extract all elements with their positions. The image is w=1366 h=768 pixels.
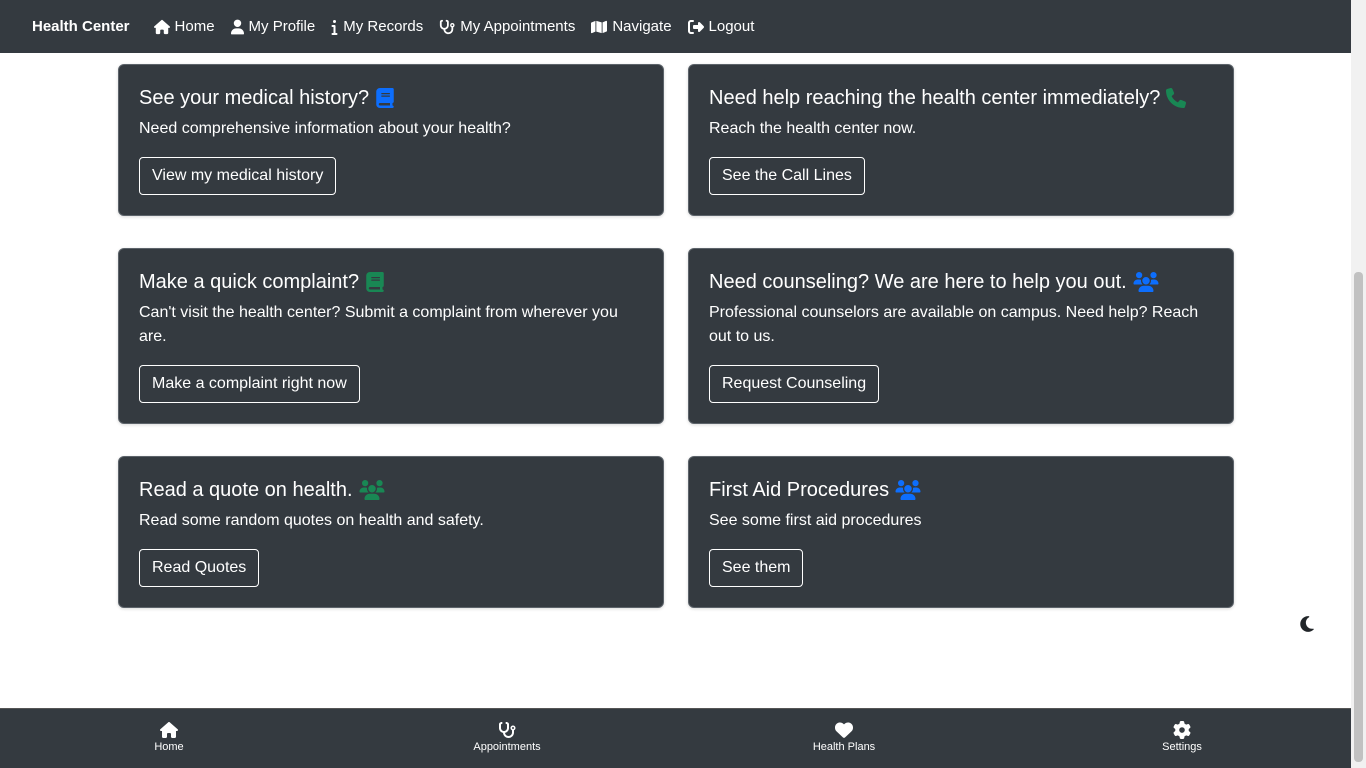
card-text: Can't visit the health center? Submit a … bbox=[139, 304, 618, 345]
card-title-text: Need counseling? We are here to help you… bbox=[709, 271, 1127, 293]
nav-my-records-label: My Records bbox=[343, 18, 424, 35]
card-text: See some first aid procedures bbox=[709, 512, 922, 529]
bottom-nav-home[interactable]: Home bbox=[109, 721, 229, 753]
card-text: Professional counselors are available on… bbox=[709, 304, 1199, 345]
bottom-navbar: Home Appointments Health Plans Settings bbox=[0, 708, 1351, 768]
nav-my-records[interactable]: My Records bbox=[331, 18, 423, 35]
brand-link[interactable]: Health Center bbox=[32, 18, 130, 35]
map-icon bbox=[591, 20, 608, 33]
bottom-nav-health-plans-label: Health Plans bbox=[812, 741, 876, 753]
card-counseling: Need counseling? We are here to help you… bbox=[688, 248, 1234, 424]
book-icon bbox=[365, 272, 385, 292]
nav-my-profile[interactable]: My Profile bbox=[230, 18, 316, 35]
users-icon bbox=[1133, 272, 1159, 292]
card-title-text: See your medical history? bbox=[139, 87, 370, 109]
home-icon bbox=[153, 19, 170, 34]
see-first-aid-button[interactable]: See them bbox=[709, 549, 804, 587]
request-counseling-button[interactable]: Request Counseling bbox=[709, 365, 880, 403]
gear-icon bbox=[1173, 721, 1191, 739]
card-first-aid: First Aid Procedures See some first aid … bbox=[688, 456, 1234, 608]
card-medical-history: See your medical history? Need comprehen… bbox=[118, 64, 664, 216]
card-title: Need counseling? We are here to help you… bbox=[709, 269, 1213, 295]
user-icon bbox=[230, 19, 244, 34]
card-call-lines: Need help reaching the health center imm… bbox=[688, 64, 1234, 216]
nav-my-appointments[interactable]: My Appointments bbox=[439, 18, 575, 35]
info-icon bbox=[331, 19, 338, 35]
bottom-nav-appointments-label: Appointments bbox=[473, 741, 541, 753]
read-quotes-button[interactable]: Read Quotes bbox=[139, 549, 260, 587]
card-title: Make a quick complaint? bbox=[139, 269, 643, 295]
nav-home[interactable]: Home bbox=[153, 18, 215, 35]
bottom-nav-appointments[interactable]: Appointments bbox=[447, 721, 567, 753]
nav-logout[interactable]: Logout bbox=[687, 18, 755, 35]
users-icon bbox=[359, 480, 385, 500]
phone-icon bbox=[1166, 88, 1187, 108]
card-title-text: Make a quick complaint? bbox=[139, 271, 360, 293]
card-title-text: First Aid Procedures bbox=[709, 479, 890, 501]
see-call-lines-button[interactable]: See the Call Lines bbox=[709, 157, 865, 195]
nav-navigate-label: Navigate bbox=[612, 18, 672, 35]
card-title-text: Read a quote on health. bbox=[139, 479, 353, 501]
nav-navigate[interactable]: Navigate bbox=[591, 18, 672, 35]
card-complaint: Make a quick complaint? Can't visit the … bbox=[118, 248, 664, 424]
card-text: Read some random quotes on health and sa… bbox=[139, 512, 484, 529]
card-title-text: Need help reaching the health center imm… bbox=[709, 87, 1161, 109]
bottom-nav-settings[interactable]: Settings bbox=[1122, 721, 1242, 753]
card-title: See your medical history? bbox=[139, 85, 643, 111]
nav-logout-label: Logout bbox=[708, 18, 755, 35]
card-title: Need help reaching the health center imm… bbox=[709, 85, 1213, 111]
bottom-nav-health-plans[interactable]: Health Plans bbox=[784, 721, 904, 753]
make-complaint-button[interactable]: Make a complaint right now bbox=[139, 365, 360, 403]
card-title: Read a quote on health. bbox=[139, 477, 643, 503]
view-medical-history-button[interactable]: View my medical history bbox=[139, 157, 337, 195]
vertical-scrollbar[interactable] bbox=[1351, 0, 1366, 768]
logout-icon bbox=[687, 19, 704, 34]
top-navbar: Health Center Home My Profile My Records… bbox=[0, 0, 1351, 53]
stethoscope-icon bbox=[440, 19, 455, 34]
card-quotes: Read a quote on health. Read some random… bbox=[118, 456, 664, 608]
stethoscope-icon bbox=[499, 722, 516, 738]
nav-my-appointments-label: My Appointments bbox=[460, 18, 576, 35]
users-icon bbox=[895, 480, 921, 500]
moon-icon[interactable] bbox=[1298, 615, 1318, 635]
card-text: Reach the health center now. bbox=[709, 120, 917, 137]
book-icon bbox=[375, 88, 395, 108]
nav-my-profile-label: My Profile bbox=[248, 18, 316, 35]
bottom-nav-settings-label: Settings bbox=[1162, 741, 1202, 753]
scrollbar-thumb[interactable] bbox=[1354, 272, 1363, 762]
heart-icon bbox=[835, 722, 853, 738]
card-text: Need comprehensive information about you… bbox=[139, 120, 511, 137]
home-icon bbox=[160, 722, 178, 738]
bottom-nav-home-label: Home bbox=[154, 741, 184, 753]
card-title: First Aid Procedures bbox=[709, 477, 1213, 503]
nav-home-label: Home bbox=[174, 18, 215, 35]
